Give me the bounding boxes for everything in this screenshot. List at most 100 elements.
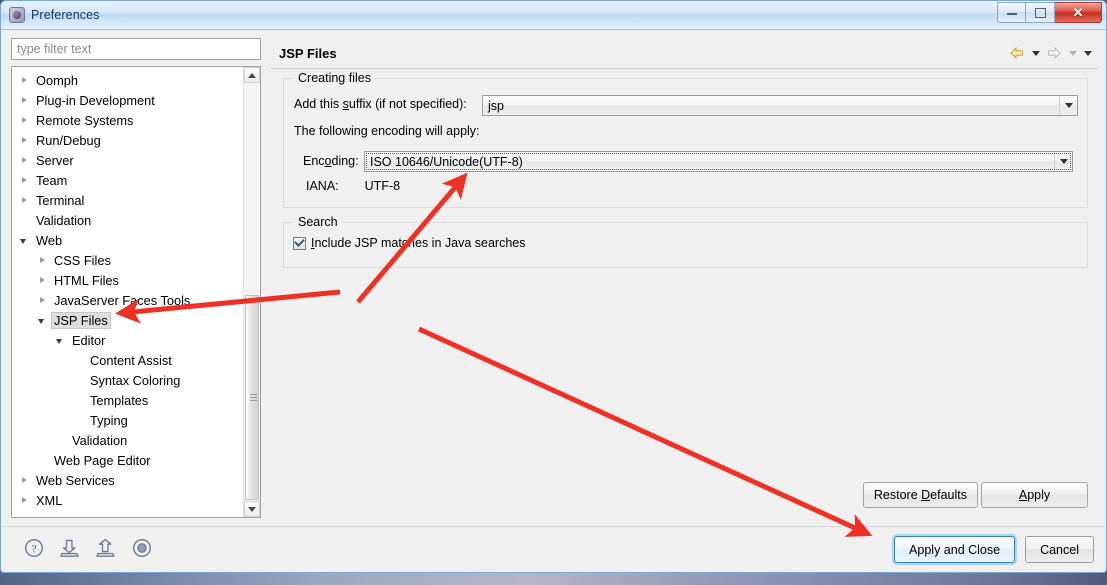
twisty-none-icon [18,214,31,227]
close-icon: ✕ [1072,5,1084,20]
minimize-button[interactable] [997,2,1026,23]
search-group: Search Include JSP matches in Java searc… [283,215,1088,268]
tree-item-label: Templates [90,392,149,408]
export-icon[interactable] [95,537,117,559]
tree-item-web-services[interactable]: Web Services [12,470,243,490]
twisty-collapsed-icon[interactable] [18,474,31,487]
twisty-collapsed-icon[interactable] [18,494,31,507]
twisty-collapsed-icon[interactable] [18,74,31,87]
tree-item-typing[interactable]: Typing [12,410,243,430]
include-jsp-matches-label: Include JSP matches in Java searches [311,236,526,250]
scrollbar-grip-icon [250,393,257,402]
forward-arrow-icon [1048,46,1061,60]
restore-defaults-button[interactable]: Restore Defaults [862,482,978,508]
twisty-collapsed-icon[interactable] [36,274,49,287]
twisty-collapsed-icon[interactable] [18,114,31,127]
maximize-button[interactable] [1026,2,1055,23]
window-controls: ✕ [997,2,1102,23]
apply-and-close-button[interactable]: Apply and Close [894,536,1016,563]
suffix-combo[interactable]: jsp [482,95,1078,116]
chevron-down-icon[interactable] [1054,152,1072,171]
twisty-collapsed-icon[interactable] [18,134,31,147]
filter-input[interactable] [11,38,261,60]
apply-label: Apply [1018,488,1051,502]
help-icon[interactable]: ? [23,537,45,559]
twisty-collapsed-icon[interactable] [18,194,31,207]
triangle-up-icon [248,72,256,78]
import-icon[interactable] [59,537,81,559]
tree-item-label: JavaServer Faces Tools [54,292,191,308]
tree-item-remote-systems[interactable]: Remote Systems [12,110,243,130]
tree-item-web[interactable]: Web [12,230,243,250]
tree-item-content-assist[interactable]: Content Assist [12,350,243,370]
chevron-down-icon [1083,50,1092,56]
cancel-button[interactable]: Cancel [1025,536,1094,563]
iana-row: IANA: UTF-8 [306,179,400,193]
tree-item-label: Run/Debug [36,132,101,148]
encoding-note-row: The following encoding will apply: [294,124,480,138]
tree-item-run-debug[interactable]: Run/Debug [12,130,243,150]
chevron-down-icon [1068,50,1077,56]
record-icon[interactable] [131,537,153,559]
twisty-none-icon [36,454,49,467]
tree-item-server[interactable]: Server [12,150,243,170]
tree-item-plug-in-development[interactable]: Plug-in Development [12,90,243,110]
tree-scrollbar[interactable] [243,67,260,517]
apply-button[interactable]: Apply [981,482,1088,508]
tree-item-templates[interactable]: Templates [12,390,243,410]
twisty-none-icon [72,354,85,367]
twisty-expanded-icon[interactable] [54,334,67,347]
twisty-expanded-icon[interactable] [18,234,31,247]
search-group-title: Search [294,215,342,229]
twisty-collapsed-icon[interactable] [18,174,31,187]
page-header: JSP Files [271,38,1098,69]
forward-history-dropdown[interactable] [1066,43,1079,63]
include-jsp-matches-row[interactable]: Include JSP matches in Java searches [293,236,525,250]
back-arrow-icon [1010,46,1023,60]
dialog-content: Oomph Plug-in Development Remote Systems Ru… [1,30,1106,526]
encoding-combo-value: ISO 10646/Unicode(UTF-8) [370,154,523,169]
twisty-expanded-icon[interactable] [36,314,49,327]
twisty-collapsed-icon[interactable] [36,294,49,307]
preference-page: JSP Files Creating files Add this suffix… [271,38,1098,518]
chevron-down-icon[interactable] [1059,96,1077,115]
scroll-up-button[interactable] [244,67,260,83]
tree-item-html-files[interactable]: HTML Files [12,270,243,290]
forward-button[interactable] [1044,43,1064,63]
tree-item-syntax-coloring[interactable]: Syntax Coloring [12,370,243,390]
include-jsp-matches-checkbox[interactable] [293,236,306,250]
iana-label: IANA: [306,179,339,193]
twisty-collapsed-icon[interactable] [36,254,49,267]
tree-item-team[interactable]: Team [12,170,243,190]
window-titlebar: Preferences ✕ [1,1,1106,30]
tree-item-editor[interactable]: Editor [12,330,243,350]
tree-item-validation[interactable]: Validation [12,430,243,450]
twisty-collapsed-icon[interactable] [18,154,31,167]
tree-item-javaserver-faces-tools[interactable]: JavaServer Faces Tools [12,290,243,310]
scrollbar-thumb[interactable] [245,295,259,500]
tree-item-oomph[interactable]: Oomph [12,70,243,90]
tree-item-css-files[interactable]: CSS Files [12,250,243,270]
close-button[interactable]: ✕ [1055,2,1102,23]
tree-item-label: Web Page Editor [54,452,151,468]
tree-item-xml[interactable]: XML [12,490,243,510]
twisty-collapsed-icon[interactable] [18,94,31,107]
suffix-row: Add this suffix (if not specified): [294,97,467,111]
triangle-down-icon [248,506,256,512]
creating-files-group: Creating files Add this suffix (if not s… [283,71,1088,208]
tree-item-validation[interactable]: Validation [12,210,243,230]
cancel-label: Cancel [1040,542,1079,557]
back-history-dropdown[interactable] [1029,43,1042,63]
page-navigation-toolbar [1007,43,1098,63]
preferences-tree: Oomph Plug-in Development Remote Systems Ru… [11,66,261,518]
dialog-action-buttons: Apply and Close Cancel [894,536,1094,563]
back-button[interactable] [1007,43,1027,63]
tree-item-terminal[interactable]: Terminal [12,190,243,210]
view-menu-dropdown[interactable] [1081,43,1094,63]
encoding-combo[interactable]: ISO 10646/Unicode(UTF-8) [364,151,1073,172]
twisty-none-icon [72,394,85,407]
preferences-dialog: Preferences ✕ Oomph Plug-in Development Re… [0,0,1107,573]
scroll-down-button[interactable] [244,501,260,517]
tree-item-web-page-editor[interactable]: Web Page Editor [12,450,243,470]
tree-item-jsp-files[interactable]: JSP Files [12,310,243,330]
